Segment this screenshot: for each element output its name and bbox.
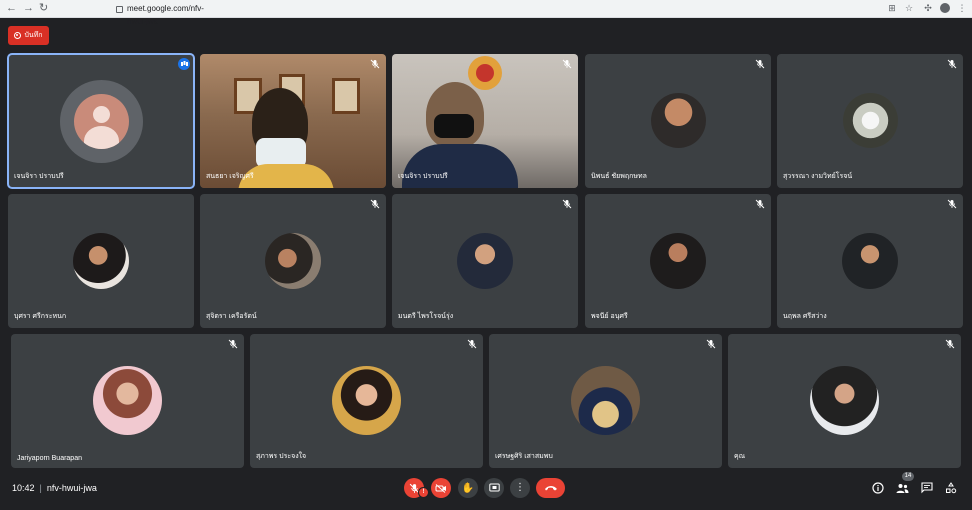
participant-name: คุณ <box>734 453 746 460</box>
participant-tile[interactable]: สุวรรณา งามวิทย์โรจน์ <box>777 54 963 188</box>
participant-photo <box>810 366 879 435</box>
microphone-muted-icon <box>562 199 572 209</box>
present-screen-icon <box>488 483 500 492</box>
participant-tile[interactable]: มนตรี ไพรโรจน์รุ่ง <box>392 194 578 328</box>
participant-name: บุศรา ศรีกระหนก <box>14 313 67 320</box>
microphone-muted-icon <box>945 339 955 349</box>
chat-icon <box>921 482 933 494</box>
participant-tile[interactable]: นฤพล ศรีสว่าง <box>777 194 963 328</box>
reload-icon[interactable]: ↻ <box>39 2 48 15</box>
participant-photo <box>571 366 640 435</box>
activities-icon <box>946 482 957 494</box>
meeting-details-button[interactable] <box>871 481 885 495</box>
participant-tile[interactable]: เจนจิรา ปราบปรี <box>392 54 578 188</box>
default-avatar <box>60 80 143 163</box>
participant-photo <box>842 233 898 289</box>
recording-badge: บันทึก <box>8 26 49 45</box>
participant-tile[interactable]: บุศรา ศรีกระหนก <box>8 194 194 328</box>
raise-hand-button[interactable]: ✋ <box>458 478 478 498</box>
participants-button[interactable] <box>895 481 909 495</box>
mic-warning-badge: ! <box>418 487 429 498</box>
camera-toggle-button[interactable] <box>431 478 451 498</box>
chat-button[interactable] <box>920 481 934 495</box>
participant-tile[interactable]: สนธยา เจริญศรี <box>200 54 386 188</box>
translate-icon[interactable]: ⊞ <box>887 3 897 13</box>
speaking-indicator-icon <box>178 58 190 70</box>
present-screen-button[interactable] <box>484 478 504 498</box>
meeting-code: nfv-hwui-jwa <box>46 483 97 493</box>
participant-photo <box>265 233 321 289</box>
participant-tile[interactable]: พจนีย์ อนุศรี <box>585 194 771 328</box>
participant-name: เจนจิรา ปราบปรี <box>398 173 448 180</box>
phone-hangup-icon <box>544 486 557 491</box>
participant-tile[interactable]: คุณ <box>728 334 961 468</box>
participant-name: พจนีย์ อนุศรี <box>591 313 628 320</box>
participant-name: สุภาพร ประจงใจ <box>256 453 307 460</box>
more-options-button[interactable]: ⋮ <box>510 478 530 498</box>
participant-photo <box>650 233 706 289</box>
extensions-icon[interactable]: ✣ <box>923 3 933 13</box>
camera-off-icon <box>435 483 446 493</box>
participant-tile[interactable]: เจนจิรา ปราบปรี <box>7 53 195 189</box>
url-text: meet.google.com/nfv-hwui-jwa <box>127 4 204 26</box>
participant-name: นิพนธ์ ชัยพฤกษทล <box>591 173 647 180</box>
participant-name: เศรษฐศิริ เสาสมพบ <box>495 453 553 460</box>
bookmark-star-icon[interactable]: ☆ <box>904 3 914 13</box>
participant-name: สุจิตรา เครือรัตน์ <box>206 313 257 320</box>
record-icon <box>14 32 22 39</box>
participant-name: Jariyaporn Buarapan <box>17 455 82 462</box>
participant-video <box>392 54 578 188</box>
participant-name: มนตรี ไพรโรจน์รุ่ง <box>398 313 454 320</box>
participant-name: นฤพล ศรีสว่าง <box>783 313 827 320</box>
participant-photo <box>73 233 129 289</box>
participant-tile[interactable]: นิพนธ์ ชัยพฤกษทล <box>585 54 771 188</box>
microphone-muted-icon <box>370 199 380 209</box>
profile-avatar[interactable] <box>940 3 950 13</box>
microphone-muted-icon <box>755 59 765 69</box>
browser-toolbar: ← → ↻ meet.google.com/nfv-hwui-jwa ⊞ ☆ ✣… <box>0 0 972 26</box>
participant-photo <box>651 93 706 148</box>
participant-video <box>200 54 386 188</box>
recording-label: บันทึก <box>24 32 43 39</box>
separator: | <box>39 483 42 493</box>
microphone-muted-icon <box>947 59 957 69</box>
participant-tile[interactable]: สุจิตรา เครือรัตน์ <box>200 194 386 328</box>
hand-icon: ✋ <box>461 482 475 494</box>
clock-time: 10:42 <box>12 483 35 493</box>
microphone-muted-icon <box>370 59 380 69</box>
more-vert-icon: ⋮ <box>515 482 525 493</box>
participant-tile[interactable]: สุภาพร ประจงใจ <box>250 334 483 468</box>
info-icon <box>872 482 884 494</box>
participant-photo <box>332 366 401 435</box>
participant-tile[interactable]: Jariyaporn Buarapan <box>11 334 244 468</box>
forward-icon[interactable]: → <box>23 2 34 15</box>
back-icon[interactable]: ← <box>6 2 17 15</box>
participant-photo <box>843 93 898 148</box>
lock-icon <box>116 6 123 13</box>
participant-photo <box>457 233 513 289</box>
microphone-muted-icon <box>467 339 477 349</box>
microphone-muted-icon <box>228 339 238 349</box>
microphone-muted-icon <box>562 59 572 69</box>
participant-name: เจนจิรา ปราบปรี <box>14 173 64 180</box>
people-icon <box>896 483 908 493</box>
meeting-details: 10:42 | nfv-hwui-jwa <box>12 483 97 493</box>
participant-tile[interactable]: เศรษฐศิริ เสาสมพบ <box>489 334 722 468</box>
participant-count-badge: 14 <box>902 472 914 481</box>
browser-menu-icon[interactable]: ⋮ <box>957 3 967 13</box>
meeting-control-bar: 10:42 | nfv-hwui-jwa ✋ ⋮ <box>0 473 972 510</box>
activities-button[interactable] <box>944 481 958 495</box>
participant-name: สุวรรณา งามวิทย์โรจน์ <box>783 173 853 180</box>
leave-call-button[interactable] <box>536 478 565 498</box>
participant-photo <box>93 366 162 435</box>
microphone-muted-icon <box>755 199 765 209</box>
participant-name: สนธยา เจริญศรี <box>206 173 254 180</box>
microphone-muted-icon <box>706 339 716 349</box>
microphone-muted-icon <box>947 199 957 209</box>
